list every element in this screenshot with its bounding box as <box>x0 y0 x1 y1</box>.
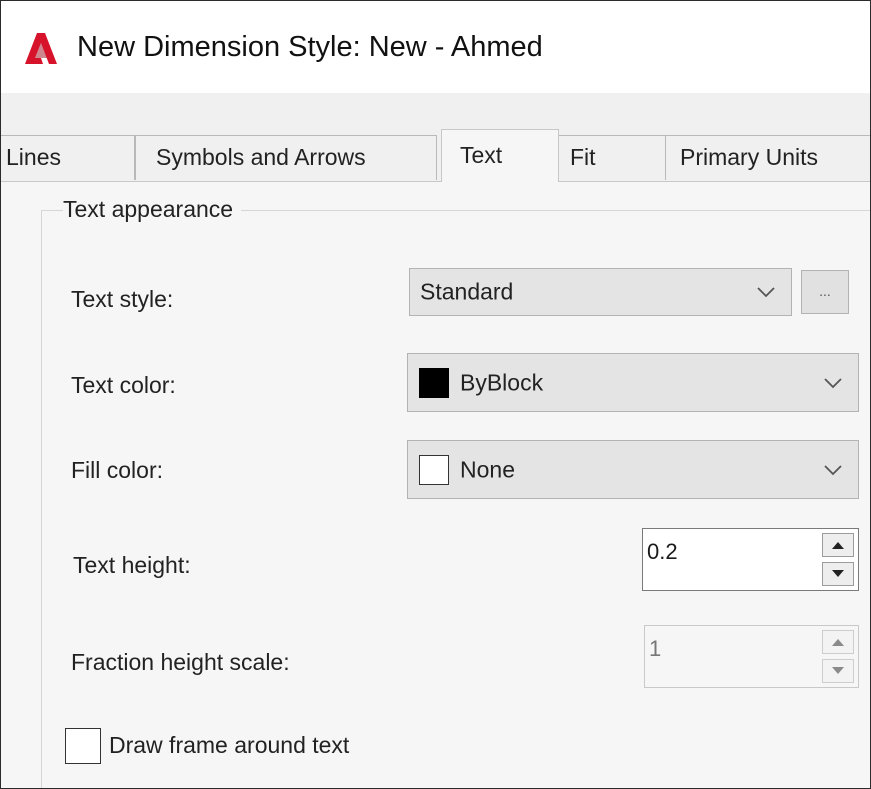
tab-divider <box>1 181 870 182</box>
triangle-down-icon <box>832 667 844 674</box>
text-color-label: Text color: <box>71 372 176 398</box>
chevron-down-icon <box>757 287 775 298</box>
chevron-down-icon <box>824 464 842 475</box>
fill-color-label: Fill color: <box>71 457 164 483</box>
text-style-browse-button[interactable]: ... <box>801 270 849 314</box>
tab-strip: Lines Symbols and Arrows Text Fit Primar… <box>1 129 870 182</box>
text-style-label: Text style: <box>71 286 174 312</box>
window-title: New Dimension Style: New - Ahmed <box>77 31 543 63</box>
text-style-value: Standard <box>420 278 514 305</box>
fraction-height-scale-value: 1 <box>649 636 662 661</box>
autocad-logo-icon <box>25 33 57 64</box>
title-bar: New Dimension Style: New - Ahmed <box>1 1 870 93</box>
draw-frame-checkbox[interactable] <box>65 728 101 764</box>
text-color-dropdown[interactable]: ByBlock <box>407 353 859 412</box>
tab-primary-units[interactable]: Primary Units <box>665 135 870 180</box>
tab-lines[interactable]: Lines <box>1 135 135 180</box>
triangle-up-icon <box>832 542 844 549</box>
text-style-dropdown[interactable]: Standard <box>409 268 792 316</box>
stepper-down-button[interactable] <box>822 562 854 586</box>
fill-color-dropdown[interactable]: None <box>407 440 859 499</box>
stepper-up-button <box>822 630 854 654</box>
fraction-height-scale-stepper: 1 <box>644 625 859 688</box>
color-swatch-icon <box>419 454 449 485</box>
chevron-down-icon <box>824 377 842 388</box>
triangle-up-icon <box>832 639 844 646</box>
text-height-stepper[interactable]: 0.2 <box>642 528 859 591</box>
text-tab-panel: Text appearance Text style: Standard ...… <box>1 182 870 788</box>
triangle-down-icon <box>832 570 844 577</box>
stepper-up-button[interactable] <box>822 533 854 557</box>
tab-fit[interactable]: Fit <box>557 135 667 180</box>
stepper-arrows <box>822 533 854 586</box>
draw-frame-label: Draw frame around text <box>109 732 350 758</box>
text-height-label: Text height: <box>73 552 191 578</box>
dialog-window: New Dimension Style: New - Ahmed Lines S… <box>0 0 871 789</box>
text-height-value: 0.2 <box>647 539 678 564</box>
tab-text[interactable]: Text <box>441 129 559 182</box>
text-color-value: ByBlock <box>460 369 544 395</box>
fill-color-value: None <box>460 456 515 482</box>
color-swatch-icon <box>419 367 449 398</box>
tab-symbols-and-arrows[interactable]: Symbols and Arrows <box>135 135 437 180</box>
stepper-arrows <box>822 630 854 683</box>
text-appearance-heading: Text appearance <box>63 196 242 223</box>
stepper-down-button <box>822 659 854 683</box>
fraction-height-scale-label: Fraction height scale: <box>71 649 290 675</box>
